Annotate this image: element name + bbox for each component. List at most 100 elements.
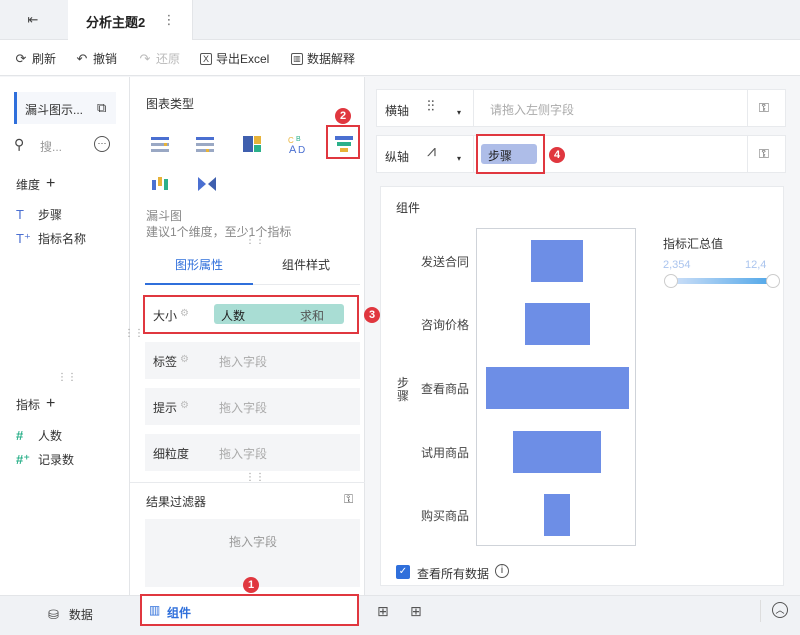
x-axis-icon[interactable]: ⫶⫶	[427, 98, 435, 115]
show-all-data-checkbox[interactable]: ✓	[396, 565, 410, 579]
divider	[473, 90, 474, 126]
funnel-bar[interactable]	[531, 239, 583, 282]
data-panel	[0, 77, 130, 595]
property-tabs: 图形属性 组件样式	[145, 243, 360, 285]
legend-slider-handle[interactable]	[766, 274, 780, 288]
refresh-label: 刷新	[32, 52, 57, 66]
dimension-item[interactable]: T⁺ 指标名称	[16, 230, 86, 247]
y-axis-icon[interactable]: ⩘	[427, 143, 436, 161]
measures-title: 指标	[16, 397, 41, 412]
dimension-label: 指标名称	[38, 232, 87, 246]
data-explain-button[interactable]: ▥ 数据解释	[291, 50, 355, 67]
more-options-icon[interactable]: ···	[94, 136, 110, 152]
category-label: 发送合同	[420, 254, 469, 269]
data-explain-label: 数据解释	[307, 52, 356, 66]
legend-slider-handle[interactable]	[664, 274, 678, 288]
search-input[interactable]: ⚲ 搜...	[14, 136, 86, 154]
chevron-down-icon[interactable]: ▾	[457, 108, 461, 117]
x-axis-row: 横轴 ⫶⫶ ▾ 请拖入左侧字段 ⚿	[376, 89, 786, 127]
settings-icon[interactable]: ⚙	[180, 354, 189, 365]
treemap-chart-icon[interactable]	[241, 133, 263, 155]
tab-graph-properties[interactable]: 图形属性	[175, 256, 223, 273]
export-excel-label: 导出Excel	[216, 52, 270, 66]
settings-icon[interactable]: ⚙	[180, 400, 189, 411]
toolbar: ⟳ 刷新 ↶ 撤销 ↷ 还原 X 导出Excel ▥ 数据解释	[0, 40, 800, 76]
number-field-icon: #	[16, 428, 24, 443]
filter-settings-icon[interactable]: ⚿	[344, 492, 353, 507]
sankey-chart-icon[interactable]	[196, 173, 218, 195]
info-icon[interactable]: i	[495, 564, 509, 578]
table-chart-icon[interactable]	[149, 133, 171, 155]
dataset-selector[interactable]: 漏斗图示... ⧉	[14, 92, 116, 124]
panel-resize-handle-icon[interactable]: ⋮⋮	[124, 328, 144, 339]
annotation-badge: 1	[243, 577, 259, 593]
tooltip-attribute-row[interactable]: 提示 ⚙ 拖入字段	[145, 388, 360, 425]
legend-title: 指标汇总值	[663, 237, 724, 251]
add-table-icon[interactable]: ⊞	[410, 603, 422, 620]
legend-gradient-bar	[671, 278, 773, 284]
category-label: 咨询价格	[420, 318, 469, 333]
funnel-bar[interactable]	[524, 303, 590, 346]
funnel-bar[interactable]	[512, 430, 602, 473]
axis-settings-icon[interactable]: ⚿	[759, 100, 769, 116]
funnel-bar[interactable]	[544, 494, 570, 537]
add-dimension-icon[interactable]: +	[46, 175, 55, 193]
redo-label: 还原	[156, 52, 181, 66]
undo-button[interactable]: ↶ 撤销	[75, 50, 117, 67]
switch-dataset-icon[interactable]: ⧉	[97, 100, 106, 116]
chevron-down-icon[interactable]: ▾	[457, 154, 461, 163]
divider	[473, 136, 474, 172]
more-vertical-icon[interactable]: ⋮	[162, 13, 176, 27]
add-measure-icon[interactable]: +	[46, 395, 55, 413]
dimension-item[interactable]: T 步骤	[16, 206, 62, 223]
divider	[760, 600, 761, 622]
x-axis-placeholder[interactable]: 请拖入左侧字段	[490, 101, 574, 118]
wordcloud-chart-icon[interactable]: C B A D	[287, 133, 309, 155]
chart-card: 组件 步骤 指标汇总值 2,354 12,4 ✓ 查看所有数据 i 发送合同 咨询…	[380, 186, 784, 586]
app-root: ⇤ 分析主题2 ⋮ ⟳ 刷新 ↶ 撤销 ↷ 还原 X 导出Excel ▥ 数据解释 漏斗图…	[0, 0, 800, 635]
top-bar: ⇤ 分析主题2 ⋮	[0, 0, 800, 40]
funnel-bar[interactable]	[485, 367, 629, 409]
add-component-icon[interactable]: ⊞	[377, 603, 389, 620]
highlight-box	[140, 594, 359, 626]
chart-desc-name: 漏斗图	[146, 209, 183, 223]
axis-settings-icon[interactable]: ⚿	[759, 146, 769, 162]
exit-icon[interactable]: ⇤	[26, 13, 40, 27]
redo-button[interactable]: ↷ 还原	[138, 50, 180, 67]
data-tab[interactable]: ⛁ 数据	[48, 606, 93, 623]
search-icon: ⚲	[14, 136, 25, 152]
tooltip-attr-placeholder: 拖入字段	[219, 401, 268, 415]
svg-text:D: D	[298, 145, 305, 155]
legend-min: 2,354	[663, 259, 691, 271]
label-attribute-row[interactable]: 标签 ⚙ 拖入字段	[145, 342, 360, 379]
category-label: 查看商品	[420, 382, 469, 396]
y-axis-label: 纵轴	[385, 150, 410, 164]
measure-item[interactable]: #⁺ 记录数	[16, 451, 74, 468]
tooltip-attr-label: 提示	[153, 401, 178, 415]
chart-desc-hint: 建议1个维度，至少1个指标	[146, 225, 292, 239]
svg-text:A: A	[289, 144, 297, 155]
export-excel-button[interactable]: X 导出Excel	[200, 50, 269, 67]
search-placeholder: 搜...	[40, 140, 63, 154]
text-field-icon: T	[16, 207, 24, 222]
annotation-badge: 3	[364, 307, 380, 323]
plot-area	[476, 228, 636, 546]
boxplot-chart-icon[interactable]	[149, 173, 171, 195]
tab-component-style[interactable]: 组件样式	[282, 256, 330, 273]
legend-max: 12,4	[745, 259, 767, 271]
crosstab-chart-icon[interactable]	[194, 133, 216, 155]
granularity-attr-placeholder: 拖入字段	[219, 447, 268, 461]
granularity-attribute-row[interactable]: 细粒度 拖入字段	[145, 434, 360, 471]
splitter-handle-icon[interactable]: ⋮⋮	[57, 372, 77, 383]
refresh-button[interactable]: ⟳ 刷新	[14, 50, 56, 67]
show-all-data-label: 查看所有数据	[417, 567, 490, 581]
undo-icon: ↶	[76, 50, 88, 66]
annotation-badge: 4	[549, 147, 565, 163]
tab-title: 分析主题2	[86, 15, 146, 30]
highlight-box	[326, 125, 360, 159]
excel-icon: X	[200, 52, 212, 65]
highlight-box	[143, 295, 359, 334]
label-attr-placeholder: 拖入字段	[219, 355, 268, 369]
collapse-up-icon[interactable]: ︿	[772, 602, 788, 618]
measure-item[interactable]: # 人数	[16, 427, 62, 444]
